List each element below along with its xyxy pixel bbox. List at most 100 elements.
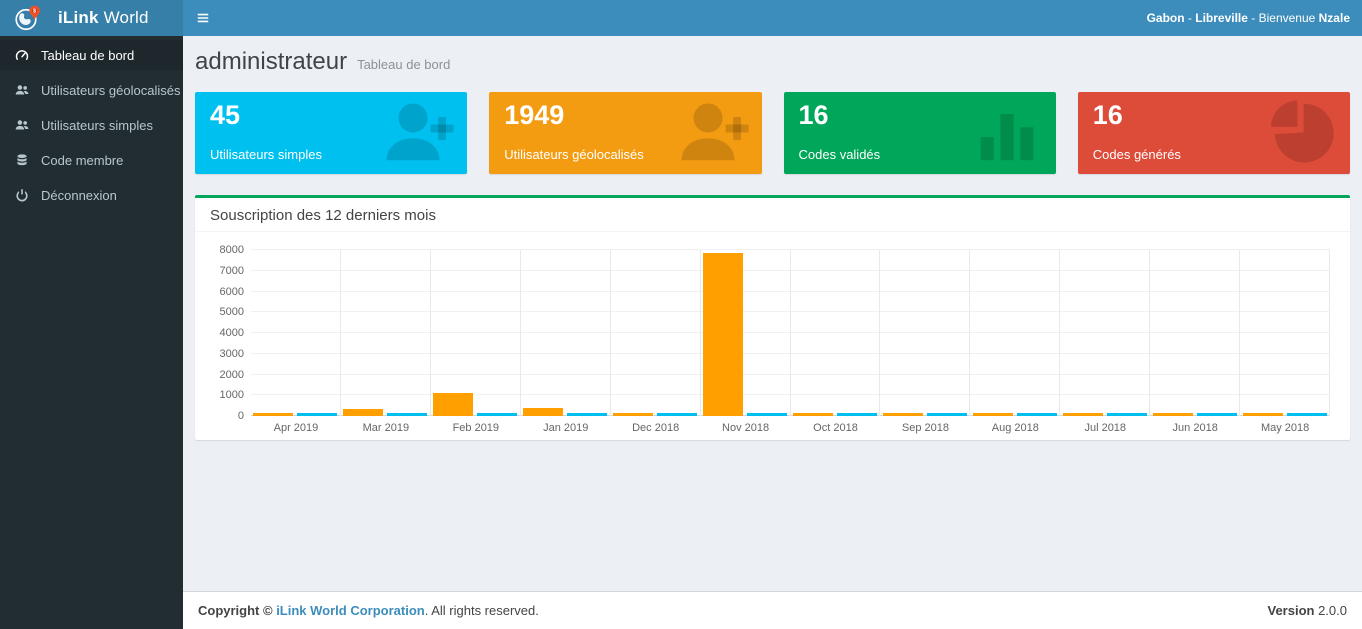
chart-bar-blue-mar-2019	[387, 413, 427, 416]
chart-bar-orange-jun-2018	[1153, 413, 1193, 416]
sidebar: Tableau de bord Utilisateurs géolocalisés…	[0, 36, 183, 629]
chart-title: Souscription des 12 derniers mois	[195, 198, 1350, 232]
chart-bar-orange-mar-2019	[343, 409, 383, 416]
chart-bar-blue-jul-2018	[1107, 413, 1147, 416]
globe-pin-logo-icon: $	[14, 3, 44, 33]
subscriptions-chart: 0 1000 2000 3000 4000 5000 6000 7000 8000 Apr 20…	[205, 244, 1336, 440]
x-tick-label: May 2018	[1240, 422, 1330, 440]
chart-month-slot	[701, 250, 791, 416]
top-navbar: $ iLink World Gabon - Libreville - Bienv…	[0, 0, 1362, 36]
chart-month-slot	[431, 250, 521, 416]
chart-bar-blue-sep-2018	[927, 413, 967, 416]
chart-bar-blue-dec-2018	[657, 413, 697, 416]
user-plus-icon	[379, 98, 457, 169]
page-header: administrateur Tableau de bord	[195, 48, 1350, 76]
chart-bar-orange-sep-2018	[883, 413, 923, 416]
sidebar-item-label: Utilisateurs simples	[41, 118, 153, 133]
chart-bar-blue-jan-2019	[567, 413, 607, 416]
chart-month-slot	[1240, 250, 1330, 416]
chart-bar-orange-feb-2019	[433, 393, 473, 416]
chart-bar-orange-nov-2018	[703, 253, 743, 416]
x-tick-label: Feb 2019	[431, 422, 521, 440]
chart-slots	[251, 250, 1330, 416]
power-icon	[15, 188, 33, 202]
version-text: Version 2.0.0	[1268, 603, 1348, 618]
chart-month-slot	[251, 250, 341, 416]
app-window: $ iLink World Gabon - Libreville - Bienv…	[0, 0, 1362, 629]
sidebar-item-label: Code membre	[41, 153, 123, 168]
y-tick-label: 4000	[220, 327, 244, 339]
stat-card-utilisateurs-simples: 45Utilisateurs simples	[195, 92, 467, 174]
company-link[interactable]: iLink World Corporation	[276, 603, 425, 618]
chart-bar-blue-jun-2018	[1197, 413, 1237, 416]
chart-month-slot	[1150, 250, 1240, 416]
user-plus-icon	[674, 98, 752, 169]
chart-bar-orange-may-2018	[1243, 413, 1283, 416]
x-tick-label: Aug 2018	[970, 422, 1060, 440]
stat-card-utilisateurs-geolocalises: 1949Utilisateurs géolocalisés	[489, 92, 761, 174]
chart-bar-orange-jul-2018	[1063, 413, 1103, 416]
y-tick-label: 1000	[220, 389, 244, 401]
y-tick-label: 7000	[220, 265, 244, 277]
page-title: administrateur	[195, 48, 347, 76]
main-content: administrateur Tableau de bord 45Utilisa…	[183, 36, 1362, 591]
x-tick-label: Apr 2019	[251, 422, 341, 440]
sidebar-toggle-hamburger-icon[interactable]	[183, 0, 223, 36]
y-tick-label: 3000	[220, 348, 244, 360]
y-tick-label: 0	[238, 410, 244, 422]
y-tick-label: 5000	[220, 306, 244, 318]
navbar: Gabon - Libreville - Bienvenue Nzale	[183, 0, 1362, 36]
sidebar-item-tableau-de-bord[interactable]: Tableau de bord	[0, 40, 183, 70]
chart-bar-orange-oct-2018	[793, 413, 833, 416]
y-tick-label: 2000	[220, 369, 244, 381]
y-tick-label: 8000	[220, 244, 244, 256]
x-tick-label: Jul 2018	[1060, 422, 1150, 440]
svg-text:$: $	[33, 8, 36, 14]
chart-month-slot	[341, 250, 431, 416]
users-icon	[15, 83, 33, 97]
x-tick-label: Jan 2019	[521, 422, 611, 440]
sidebar-item-code-membre[interactable]: Code membre	[0, 145, 183, 175]
chart-month-slot	[970, 250, 1060, 416]
pie-chart-icon	[1262, 98, 1340, 169]
users-icon	[15, 118, 33, 132]
copyright-text: Copyright © iLink World Corporation. All…	[198, 603, 539, 618]
chart-bar-blue-nov-2018	[747, 413, 787, 416]
chart-bar-orange-jan-2019	[523, 408, 563, 416]
x-tick-label: Jun 2018	[1150, 422, 1240, 440]
chart-bar-blue-apr-2019	[297, 413, 337, 416]
chart-month-slot	[791, 250, 881, 416]
page-subtitle: Tableau de bord	[357, 57, 450, 72]
sidebar-item-label: Déconnexion	[41, 188, 117, 203]
stat-card-codes-generes: 16Codes générés	[1078, 92, 1350, 174]
stat-cards-row: 45Utilisateurs simples 1949Utilisateurs g…	[195, 92, 1350, 174]
sidebar-item-label: Tableau de bord	[41, 48, 134, 63]
database-icon	[15, 153, 33, 167]
user-greeting: Gabon - Libreville - Bienvenue Nzale	[1147, 11, 1362, 25]
y-tick-label: 6000	[220, 286, 244, 298]
sidebar-item-label: Utilisateurs géolocalisés	[41, 83, 180, 98]
x-tick-label: Dec 2018	[611, 422, 701, 440]
x-tick-label: Sep 2018	[880, 422, 970, 440]
brand[interactable]: $ iLink World	[0, 0, 183, 36]
x-tick-label: Mar 2019	[341, 422, 431, 440]
chart-bar-blue-feb-2019	[477, 413, 517, 416]
chart-bar-blue-aug-2018	[1017, 413, 1057, 416]
chart-bar-orange-aug-2018	[973, 413, 1013, 416]
sidebar-item-utilisateurs-geolocalises[interactable]: Utilisateurs géolocalisés	[0, 75, 183, 105]
chart-x-axis-labels: Apr 2019Mar 2019Feb 2019Jan 2019Dec 2018…	[251, 422, 1330, 440]
chart-bar-blue-oct-2018	[837, 413, 877, 416]
chart-month-slot	[880, 250, 970, 416]
dashboard-icon	[15, 48, 33, 62]
brand-title: iLink World	[58, 8, 149, 28]
chart-bar-blue-may-2018	[1287, 413, 1327, 416]
chart-month-slot	[611, 250, 701, 416]
sidebar-item-deconnexion[interactable]: Déconnexion	[0, 180, 183, 210]
sidebar-item-utilisateurs-simples[interactable]: Utilisateurs simples	[0, 110, 183, 140]
stat-card-codes-valides: 16Codes validés	[784, 92, 1056, 174]
chart-bar-orange-apr-2019	[253, 413, 293, 416]
x-tick-label: Oct 2018	[791, 422, 881, 440]
subscriptions-panel: Souscription des 12 derniers mois 0 1000 2…	[195, 195, 1350, 440]
chart-month-slot	[521, 250, 611, 416]
chart-month-slot	[1060, 250, 1150, 416]
